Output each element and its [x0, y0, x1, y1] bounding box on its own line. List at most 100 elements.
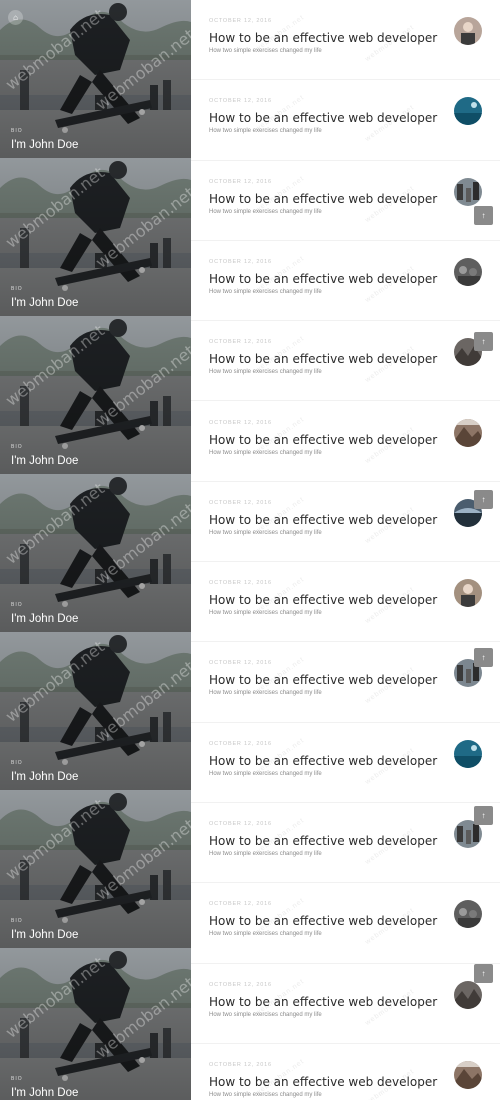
- post-item[interactable]: webmoban.net webmoban.net OCTOBER 12, 20…: [191, 562, 500, 643]
- crowd-photo: [454, 900, 482, 929]
- post-date: OCTOBER 12, 2016: [209, 740, 272, 747]
- profile-name: I'm John Doe: [11, 613, 79, 625]
- post-item[interactable]: webmoban.net webmoban.net OCTOBER 12, 20…: [191, 80, 500, 161]
- ocean-photo: [454, 739, 482, 768]
- post-excerpt: How two simple exercises changed my life: [209, 1091, 322, 1098]
- post-thumbnail[interactable]: [454, 1060, 482, 1089]
- post-date: OCTOBER 12, 2016: [209, 901, 272, 908]
- profile-name: I'm John Doe: [11, 297, 79, 309]
- post-date: OCTOBER 12, 2016: [209, 339, 272, 346]
- post-title-link[interactable]: How to be an effective web developer: [209, 593, 437, 607]
- mountain-photo: [454, 418, 482, 447]
- post-thumbnail[interactable]: [454, 177, 482, 206]
- profile-hero-card[interactable]: webmoban.net webmoban.net BIO I'm John D…: [0, 474, 191, 632]
- post-date: OCTOBER 12, 2016: [209, 18, 272, 24]
- home-icon[interactable]: ⌂: [8, 10, 23, 25]
- post-title-link[interactable]: How to be an effective web developer: [209, 31, 437, 45]
- profile-hero-card[interactable]: webmoban.net webmoban.net BIO I'm John D…: [0, 316, 191, 474]
- post-date: OCTOBER 12, 2016: [209, 499, 272, 506]
- post-item[interactable]: webmoban.net webmoban.net OCTOBER 12, 20…: [191, 0, 500, 81]
- arrow-up-icon: ↑: [481, 653, 486, 662]
- back-to-top-button[interactable]: ↑: [474, 490, 493, 509]
- post-item[interactable]: webmoban.net webmoban.net OCTOBER 12, 20…: [191, 402, 500, 482]
- back-to-top-button[interactable]: ↑: [474, 648, 493, 667]
- profile-name: I'm John Doe: [11, 771, 79, 783]
- post-excerpt: How two simple exercises changed my life: [209, 208, 322, 215]
- bio-label: BIO: [11, 128, 23, 134]
- crowd-photo: [454, 257, 482, 286]
- arrow-up-icon: ↑: [481, 211, 486, 220]
- profile-name: I'm John Doe: [11, 455, 79, 467]
- post-excerpt: How two simple exercises changed my life: [209, 931, 322, 938]
- post-item[interactable]: webmoban.net webmoban.net OCTOBER 12, 20…: [191, 723, 500, 803]
- post-list: webmoban.net webmoban.net OCTOBER 12, 20…: [191, 0, 500, 1100]
- post-excerpt: How two simple exercises changed my life: [209, 449, 322, 456]
- post-thumbnail[interactable]: [454, 257, 482, 286]
- bio-label: BIO: [11, 1076, 23, 1082]
- back-to-top-button[interactable]: ↑: [474, 206, 493, 225]
- post-item[interactable]: webmoban.net webmoban.net OCTOBER 12, 20…: [191, 803, 500, 884]
- post-thumbnail[interactable]: [454, 980, 482, 1009]
- post-excerpt: How two simple exercises changed my life: [209, 288, 322, 295]
- profile-hero-card[interactable]: webmoban.net webmoban.net BIO I'm John D…: [0, 948, 191, 1100]
- post-item[interactable]: webmoban.net webmoban.net OCTOBER 12, 20…: [191, 883, 500, 964]
- post-excerpt: How two simple exercises changed my life: [209, 529, 322, 536]
- post-title-link[interactable]: How to be an effective web developer: [209, 914, 437, 928]
- post-title-link[interactable]: How to be an effective web developer: [209, 111, 437, 125]
- back-to-top-button[interactable]: ↑: [474, 332, 493, 351]
- back-to-top-button[interactable]: ↑: [474, 806, 493, 825]
- profile-name: I'm John Doe: [11, 139, 79, 151]
- post-title-link[interactable]: How to be an effective web developer: [209, 272, 437, 286]
- back-to-top-button[interactable]: ↑: [474, 964, 493, 983]
- profile-name: I'm John Doe: [11, 929, 79, 941]
- post-title-link[interactable]: How to be an effective web developer: [209, 513, 437, 527]
- post-title-link[interactable]: How to be an effective web developer: [209, 192, 437, 206]
- rocks-photo: [454, 980, 482, 1009]
- post-excerpt: How two simple exercises changed my life: [209, 128, 322, 135]
- post-thumbnail[interactable]: [454, 579, 482, 608]
- post-excerpt: How two simple exercises changed my life: [209, 610, 322, 617]
- arrow-up-icon: ↑: [481, 969, 486, 978]
- post-date: OCTOBER 12, 2016: [209, 580, 272, 587]
- post-title-link[interactable]: How to be an effective web developer: [209, 433, 437, 447]
- post-title-link[interactable]: How to be an effective web developer: [209, 995, 437, 1009]
- post-item[interactable]: webmoban.net webmoban.net OCTOBER 12, 20…: [191, 642, 500, 723]
- post-excerpt: How two simple exercises changed my life: [209, 369, 322, 376]
- post-date: OCTOBER 12, 2016: [209, 821, 272, 827]
- bio-label: BIO: [11, 918, 23, 924]
- ocean-photo: [454, 97, 482, 126]
- post-item[interactable]: webmoban.net webmoban.net OCTOBER 12, 20…: [191, 964, 500, 1044]
- bio-label: BIO: [11, 602, 23, 608]
- post-thumbnail[interactable]: [454, 739, 482, 768]
- post-title-link[interactable]: How to be an effective web developer: [209, 1075, 437, 1089]
- post-excerpt: How two simple exercises changed my life: [209, 770, 322, 777]
- post-item[interactable]: webmoban.net webmoban.net OCTOBER 12, 20…: [191, 241, 500, 322]
- post-item[interactable]: webmoban.net webmoban.net OCTOBER 12, 20…: [191, 321, 500, 402]
- post-date: OCTOBER 12, 2016: [209, 419, 272, 426]
- post-date: OCTOBER 12, 2016: [209, 981, 272, 988]
- profile-hero-card[interactable]: webmoban.net webmoban.net BIO I'm John D…: [0, 790, 191, 948]
- profile-hero-card[interactable]: webmoban.net webmoban.net BIO I'm John D…: [0, 158, 191, 316]
- post-excerpt: How two simple exercises changed my life: [209, 48, 322, 54]
- post-item[interactable]: webmoban.net webmoban.net OCTOBER 12, 20…: [191, 161, 500, 241]
- post-thumbnail[interactable]: [454, 418, 482, 447]
- post-date: OCTOBER 12, 2016: [209, 660, 272, 667]
- profile-hero-card[interactable]: webmoban.net webmoban.net BIO I'm John D…: [0, 0, 191, 158]
- profile-hero-card[interactable]: webmoban.net webmoban.net BIO I'm John D…: [0, 632, 191, 790]
- post-excerpt: How two simple exercises changed my life: [209, 851, 322, 857]
- post-excerpt: How two simple exercises changed my life: [209, 690, 322, 697]
- post-thumbnail[interactable]: [454, 17, 482, 45]
- post-thumbnail[interactable]: [454, 900, 482, 929]
- post-thumbnail[interactable]: [454, 97, 482, 126]
- post-title-link[interactable]: How to be an effective web developer: [209, 352, 437, 366]
- street-photo: [454, 177, 482, 206]
- profile-hero-column: webmoban.net webmoban.net BIO I'm John D…: [0, 0, 191, 1100]
- post-item[interactable]: webmoban.net webmoban.net OCTOBER 12, 20…: [191, 1044, 500, 1100]
- post-title-link[interactable]: How to be an effective web developer: [209, 834, 437, 848]
- arrow-up-icon: ↑: [481, 811, 486, 820]
- mountain-photo: [454, 1060, 482, 1089]
- post-item[interactable]: webmoban.net webmoban.net OCTOBER 12, 20…: [191, 482, 500, 563]
- bio-label: BIO: [11, 286, 23, 292]
- post-title-link[interactable]: How to be an effective web developer: [209, 673, 437, 687]
- post-title-link[interactable]: How to be an effective web developer: [209, 754, 437, 768]
